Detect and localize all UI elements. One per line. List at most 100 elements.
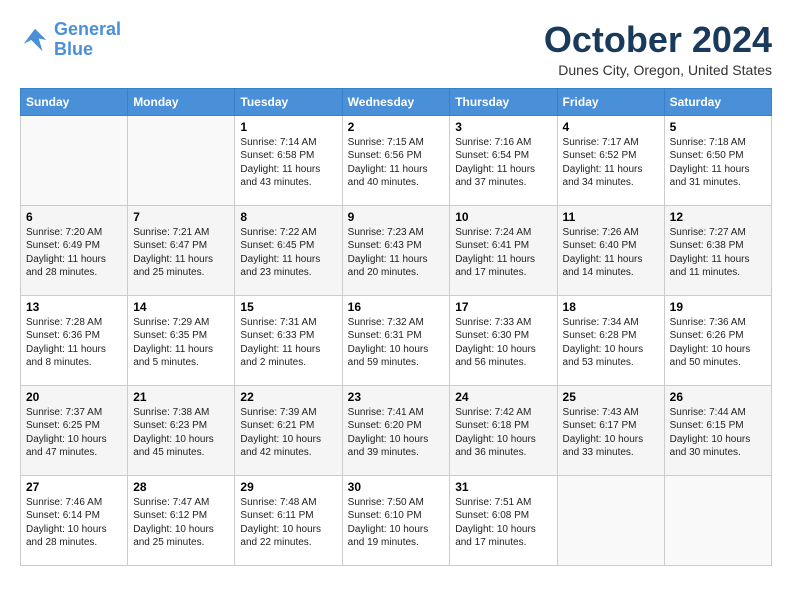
day-info: Sunrise: 7:42 AMSunset: 6:18 PMDaylight:… xyxy=(455,406,551,460)
calendar-cell: 5 Sunrise: 7:18 AMSunset: 6:50 PMDaylight… xyxy=(664,115,771,205)
day-number: 28 xyxy=(133,480,229,494)
col-sunday: Sunday xyxy=(21,88,128,115)
day-number: 12 xyxy=(670,210,766,224)
day-number: 14 xyxy=(133,300,229,314)
calendar-week-row: 20Sunrise: 7:37 AMSunset: 6:25 PMDayligh… xyxy=(21,385,772,475)
day-number: 13 xyxy=(26,300,122,314)
day-info: Sunrise: 7:36 AMSunset: 6:26 PMDaylight:… xyxy=(670,316,766,370)
calendar-week-row: 13 Sunrise: 7:28 AMSunset: 6:36 PMDayligh… xyxy=(21,295,772,385)
page: General Blue October 2024 Dunes City, Or… xyxy=(0,0,792,576)
day-info: Sunrise: 7:26 AMSunset: 6:40 PMDaylight:… xyxy=(563,226,659,280)
calendar-cell: 14 Sunrise: 7:29 AMSunset: 6:35 PMDayligh… xyxy=(128,295,235,385)
calendar-cell: 1 Sunrise: 7:14 AMSunset: 6:58 PMDaylight… xyxy=(235,115,342,205)
day-number: 8 xyxy=(240,210,336,224)
logo-icon xyxy=(20,25,50,55)
location-subtitle: Dunes City, Oregon, United States xyxy=(544,62,772,78)
col-thursday: Thursday xyxy=(450,88,557,115)
day-number: 1 xyxy=(240,120,336,134)
calendar-week-row: 27 Sunrise: 7:46 AMSunset: 6:14 PMDayligh… xyxy=(21,475,772,565)
col-friday: Friday xyxy=(557,88,664,115)
calendar-cell: 21 Sunrise: 7:38 AMSunset: 6:23 PMDayligh… xyxy=(128,385,235,475)
day-info: Sunrise: 7:34 AMSunset: 6:28 PMDaylight:… xyxy=(563,316,659,370)
day-info: Sunrise: 7:32 AMSunset: 6:31 PMDaylight:… xyxy=(348,316,445,370)
day-info: Sunrise: 7:44 AMSunset: 6:15 PMDaylight:… xyxy=(670,406,766,460)
calendar-cell: 31 Sunrise: 7:51 AMSunset: 6:08 PMDayligh… xyxy=(450,475,557,565)
day-number: 9 xyxy=(348,210,445,224)
day-info: Sunrise: 7:18 AMSunset: 6:50 PMDaylight:… xyxy=(670,136,766,190)
day-info: Sunrise: 7:47 AMSunset: 6:12 PMDaylight:… xyxy=(133,496,229,550)
day-number: 23 xyxy=(348,390,445,404)
day-info: Sunrise: 7:51 AMSunset: 6:08 PMDaylight:… xyxy=(455,496,551,550)
day-number: 3 xyxy=(455,120,551,134)
calendar-cell: 29 Sunrise: 7:48 AMSunset: 6:11 PMDayligh… xyxy=(235,475,342,565)
day-number: 15 xyxy=(240,300,336,314)
calendar-cell: 19 Sunrise: 7:36 AMSunset: 6:26 PMDayligh… xyxy=(664,295,771,385)
calendar-cell: 6Sunrise: 7:20 AMSunset: 6:49 PMDaylight… xyxy=(21,205,128,295)
calendar-cell: 23 Sunrise: 7:41 AMSunset: 6:20 PMDayligh… xyxy=(342,385,450,475)
calendar-cell: 22 Sunrise: 7:39 AMSunset: 6:21 PMDayligh… xyxy=(235,385,342,475)
day-number: 10 xyxy=(455,210,551,224)
day-number: 7 xyxy=(133,210,229,224)
calendar-cell: 16Sunrise: 7:32 AMSunset: 6:31 PMDayligh… xyxy=(342,295,450,385)
header: General Blue October 2024 Dunes City, Or… xyxy=(20,20,772,78)
col-wednesday: Wednesday xyxy=(342,88,450,115)
day-number: 6 xyxy=(26,210,122,224)
day-number: 4 xyxy=(563,120,659,134)
col-saturday: Saturday xyxy=(664,88,771,115)
day-info: Sunrise: 7:15 AMSunset: 6:56 PMDaylight:… xyxy=(348,136,445,190)
calendar-cell: 25Sunrise: 7:43 AMSunset: 6:17 PMDayligh… xyxy=(557,385,664,475)
day-number: 26 xyxy=(670,390,766,404)
day-info: Sunrise: 7:33 AMSunset: 6:30 PMDaylight:… xyxy=(455,316,551,370)
day-info: Sunrise: 7:22 AMSunset: 6:45 PMDaylight:… xyxy=(240,226,336,280)
calendar-cell: 27 Sunrise: 7:46 AMSunset: 6:14 PMDayligh… xyxy=(21,475,128,565)
calendar-cell xyxy=(21,115,128,205)
day-info: Sunrise: 7:48 AMSunset: 6:11 PMDaylight:… xyxy=(240,496,336,550)
title-block: October 2024 Dunes City, Oregon, United … xyxy=(544,20,772,78)
day-info: Sunrise: 7:16 AMSunset: 6:54 PMDaylight:… xyxy=(455,136,551,190)
day-number: 11 xyxy=(563,210,659,224)
calendar-cell: 18Sunrise: 7:34 AMSunset: 6:28 PMDayligh… xyxy=(557,295,664,385)
day-number: 21 xyxy=(133,390,229,404)
day-info: Sunrise: 7:38 AMSunset: 6:23 PMDaylight:… xyxy=(133,406,229,460)
calendar-cell: 20Sunrise: 7:37 AMSunset: 6:25 PMDayligh… xyxy=(21,385,128,475)
calendar-cell: 13 Sunrise: 7:28 AMSunset: 6:36 PMDayligh… xyxy=(21,295,128,385)
calendar-header-row: Sunday Monday Tuesday Wednesday Thursday… xyxy=(21,88,772,115)
col-monday: Monday xyxy=(128,88,235,115)
calendar-cell: 17Sunrise: 7:33 AMSunset: 6:30 PMDayligh… xyxy=(450,295,557,385)
calendar-cell: 2Sunrise: 7:15 AMSunset: 6:56 PMDaylight… xyxy=(342,115,450,205)
day-number: 29 xyxy=(240,480,336,494)
day-number: 30 xyxy=(348,480,445,494)
day-info: Sunrise: 7:39 AMSunset: 6:21 PMDaylight:… xyxy=(240,406,336,460)
calendar-week-row: 1 Sunrise: 7:14 AMSunset: 6:58 PMDaylight… xyxy=(21,115,772,205)
day-info: Sunrise: 7:17 AMSunset: 6:52 PMDaylight:… xyxy=(563,136,659,190)
day-number: 24 xyxy=(455,390,551,404)
day-number: 31 xyxy=(455,480,551,494)
calendar-cell: 3 Sunrise: 7:16 AMSunset: 6:54 PMDaylight… xyxy=(450,115,557,205)
calendar-cell xyxy=(128,115,235,205)
day-info: Sunrise: 7:41 AMSunset: 6:20 PMDaylight:… xyxy=(348,406,445,460)
calendar-cell xyxy=(557,475,664,565)
day-number: 27 xyxy=(26,480,122,494)
calendar-cell: 10Sunrise: 7:24 AMSunset: 6:41 PMDayligh… xyxy=(450,205,557,295)
calendar-week-row: 6Sunrise: 7:20 AMSunset: 6:49 PMDaylight… xyxy=(21,205,772,295)
month-title: October 2024 xyxy=(544,20,772,60)
day-info: Sunrise: 7:46 AMSunset: 6:14 PMDaylight:… xyxy=(26,496,122,550)
calendar-cell: 8 Sunrise: 7:22 AMSunset: 6:45 PMDaylight… xyxy=(235,205,342,295)
calendar-cell: 7 Sunrise: 7:21 AMSunset: 6:47 PMDaylight… xyxy=(128,205,235,295)
calendar-cell: 15 Sunrise: 7:31 AMSunset: 6:33 PMDayligh… xyxy=(235,295,342,385)
day-number: 19 xyxy=(670,300,766,314)
calendar-cell: 26 Sunrise: 7:44 AMSunset: 6:15 PMDayligh… xyxy=(664,385,771,475)
logo: General Blue xyxy=(20,20,121,60)
day-info: Sunrise: 7:14 AMSunset: 6:58 PMDaylight:… xyxy=(240,136,336,190)
day-info: Sunrise: 7:23 AMSunset: 6:43 PMDaylight:… xyxy=(348,226,445,280)
logo-general: General xyxy=(54,19,121,39)
day-info: Sunrise: 7:27 AMSunset: 6:38 PMDaylight:… xyxy=(670,226,766,280)
day-number: 22 xyxy=(240,390,336,404)
day-info: Sunrise: 7:29 AMSunset: 6:35 PMDaylight:… xyxy=(133,316,229,370)
day-info: Sunrise: 7:31 AMSunset: 6:33 PMDaylight:… xyxy=(240,316,336,370)
day-info: Sunrise: 7:37 AMSunset: 6:25 PMDaylight:… xyxy=(26,406,122,460)
logo-blue: Blue xyxy=(54,39,93,59)
day-info: Sunrise: 7:28 AMSunset: 6:36 PMDaylight:… xyxy=(26,316,122,370)
day-number: 5 xyxy=(670,120,766,134)
day-info: Sunrise: 7:21 AMSunset: 6:47 PMDaylight:… xyxy=(133,226,229,280)
